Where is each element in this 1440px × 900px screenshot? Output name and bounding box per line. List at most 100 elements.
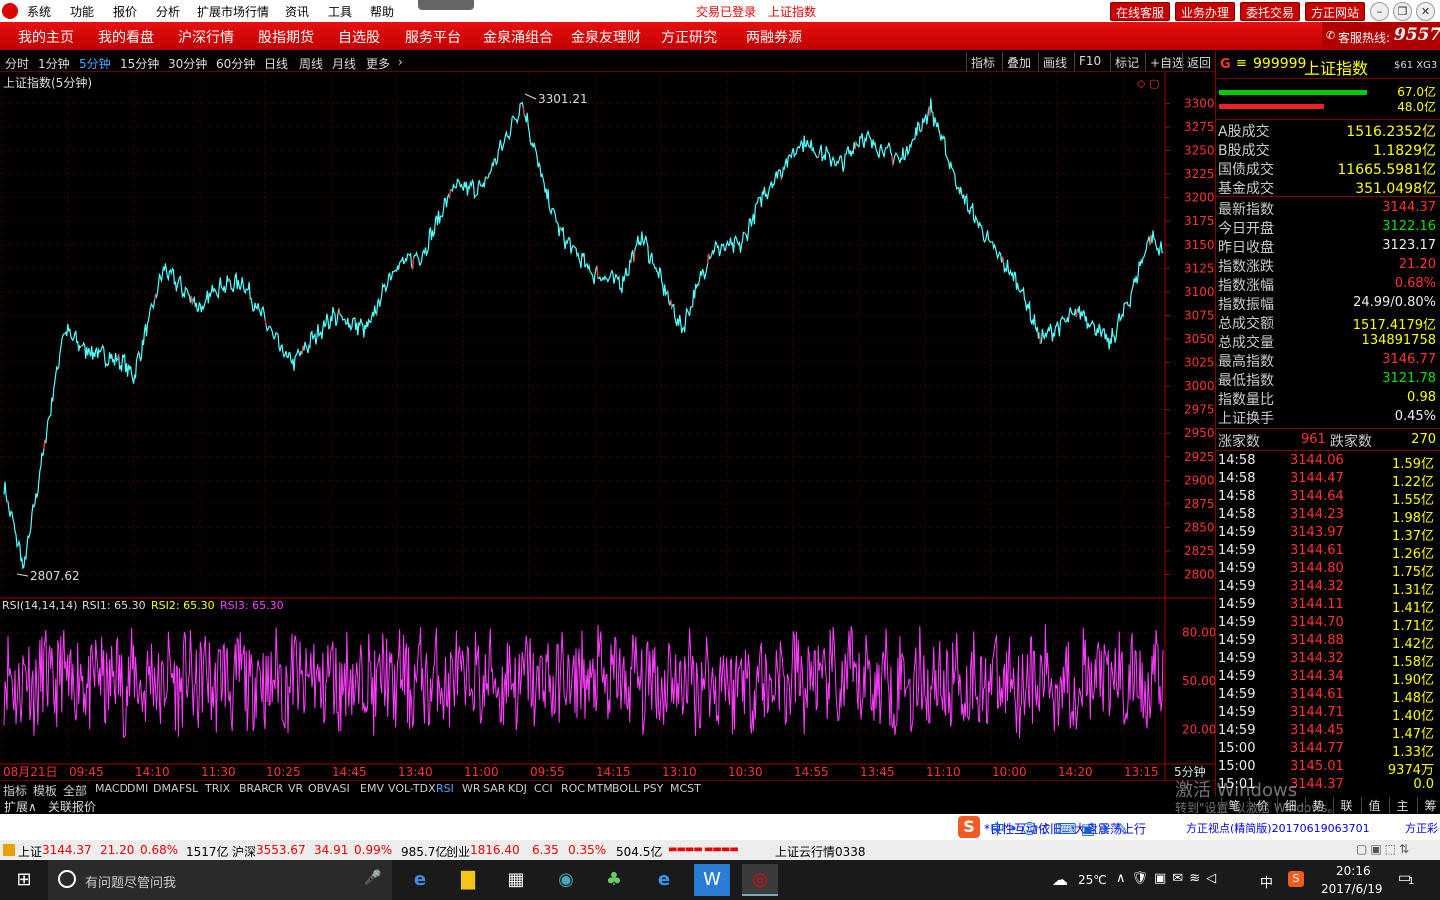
microphone-icon[interactable]: 🎤 [364, 870, 381, 886]
indicator-tab-trix[interactable]: TRIX [205, 782, 230, 795]
indicator-tab-macd[interactable]: MACD [95, 782, 128, 795]
indicator-tab-brar[interactable]: BRAR [239, 782, 269, 795]
nav-market[interactable]: 沪深行情 [178, 27, 234, 47]
news-headline-3[interactable]: 方正彩 [1405, 820, 1438, 836]
period-1min[interactable]: 1分钟 [38, 55, 70, 72]
nav-watchlist[interactable]: 自选股 [338, 27, 380, 47]
period-30min[interactable]: 30分钟 [168, 55, 207, 72]
back-button[interactable]: 返回 [1182, 52, 1215, 71]
network-app-icon[interactable]: ♣ [596, 864, 632, 896]
indicator-tab-voltdx[interactable]: VOL-TDX [388, 782, 436, 795]
menu-item-news[interactable]: 资讯 [285, 3, 309, 20]
f10-button[interactable]: F10 [1074, 52, 1105, 71]
wps-icon[interactable]: W [694, 864, 730, 896]
period-weekly[interactable]: 周线 [299, 55, 323, 72]
ie-icon[interactable]: e [646, 864, 682, 896]
clock-time[interactable]: 20:16 [1336, 864, 1371, 878]
indicator-tab-mtm[interactable]: MTM [587, 782, 613, 795]
panel-tab[interactable]: 值 [1361, 797, 1387, 814]
nav-home[interactable]: 我的主页 [18, 27, 74, 47]
weather-temp[interactable]: 25℃ [1078, 873, 1107, 887]
nav-portfolio[interactable]: 金泉涌组合 [483, 27, 553, 47]
indicator-tab-wr[interactable]: WR [462, 782, 481, 795]
related-quote-button[interactable]: 关联报价 [48, 798, 96, 815]
panel-g-icon[interactable]: G [1220, 57, 1231, 72]
panel-tab[interactable]: 联 [1333, 797, 1359, 814]
menu-item-function[interactable]: 功能 [70, 3, 94, 20]
panel-tab[interactable]: 势 [1305, 797, 1331, 814]
indicator-tab-asi[interactable]: ASI [332, 782, 350, 795]
clock-date[interactable]: 2017/6/19 [1321, 882, 1383, 896]
period-5min[interactable]: 5分钟 [79, 55, 111, 72]
indicator-tab-sar[interactable]: SAR [483, 782, 505, 795]
browser-icon[interactable]: ◉ [548, 864, 584, 896]
mark-button[interactable]: 标记 [1110, 52, 1143, 71]
indicator-tab-cr[interactable]: CR [268, 782, 283, 795]
minimize-icon[interactable]: – [1370, 2, 1389, 21]
cortana-search[interactable]: 有问题尽管问我 🎤 [48, 860, 392, 900]
indicator-tab-rsi[interactable]: RSI [436, 782, 454, 795]
nav-watch[interactable]: 我的看盘 [98, 27, 154, 47]
period-daily[interactable]: 日线 [264, 55, 288, 72]
menu-item-quote[interactable]: 报价 [113, 3, 137, 20]
website-button[interactable]: 方正网站 [1305, 2, 1366, 21]
panel-menu-icon[interactable]: ≡ [1236, 56, 1247, 71]
tray-icons[interactable]: ∧🛡▣✉≋◁ [1116, 871, 1222, 886]
indicator-tab-roc[interactable]: ROC [561, 782, 585, 795]
indicator-button[interactable]: 指标 [966, 52, 999, 71]
menu-item-system[interactable]: 系统 [27, 3, 51, 20]
nav-margin[interactable]: 两融券源 [746, 27, 802, 47]
ticker-widget[interactable] [418, 0, 474, 10]
period-60min[interactable]: 60分钟 [216, 55, 255, 72]
nav-futures[interactable]: 股指期货 [258, 27, 314, 47]
news-headline-2[interactable]: 方正视点(精简版)20170619063701 [1186, 820, 1370, 836]
indicator-tab-obv[interactable]: OBV [308, 782, 331, 795]
close-icon[interactable]: ✕ [1416, 2, 1435, 21]
indicator-tab-mcst[interactable]: MCST [670, 782, 701, 795]
ime-indicator[interactable]: 中 [1260, 872, 1273, 891]
menu-item-extended-market[interactable]: 扩展市场行情 [197, 3, 269, 20]
nav-research[interactable]: 方正研究 [661, 27, 717, 47]
nav-finance[interactable]: 金泉友理财 [571, 27, 641, 47]
panel-tab[interactable]: 价 [1249, 797, 1275, 814]
restore-icon[interactable]: ❐ [1393, 2, 1412, 21]
period-monthly[interactable]: 月线 [332, 55, 356, 72]
sogou-ime-icon[interactable]: S [958, 816, 980, 838]
indicator-tab-emv[interactable]: EMV [360, 782, 384, 795]
weather-icon[interactable]: ☁ [1052, 870, 1068, 889]
store-icon[interactable]: ▦ [498, 864, 534, 896]
draw-line-button[interactable]: 画线 [1038, 52, 1071, 71]
panel-tab[interactable]: 筹 [1417, 797, 1440, 814]
panel-tab[interactable]: 细 [1277, 797, 1303, 814]
edge-icon[interactable]: e [402, 864, 438, 896]
chevron-right-icon[interactable]: › [398, 55, 403, 69]
sogou-tray-icon[interactable]: S [1288, 871, 1304, 887]
period-more[interactable]: 更多 [366, 55, 390, 72]
indicator-tab-boll[interactable]: BOLL [612, 782, 640, 795]
indicator-tab-kdj[interactable]: KDJ [508, 782, 527, 795]
expand-button[interactable]: 扩展∧ [4, 798, 37, 815]
menu-item-tools[interactable]: 工具 [328, 3, 352, 20]
nav-service[interactable]: 服务平台 [405, 27, 461, 47]
ime-toolbar-icons[interactable]: 中•☺♪⌨▣✈✎ [990, 818, 1132, 839]
indicator-tab-cci[interactable]: CCI [534, 782, 553, 795]
menu-item-analysis[interactable]: 分析 [156, 3, 180, 20]
kline-chart[interactable]: 3300 3275 3250 3225 3200 3175 3150 3125 3100 3075… [0, 72, 1216, 780]
windows-start-icon[interactable]: ⊞ [6, 864, 42, 896]
founder-app-icon[interactable]: ◎ [742, 864, 778, 896]
panel-tab[interactable]: 主 [1389, 797, 1415, 814]
period-15min[interactable]: 15分钟 [120, 55, 159, 72]
indicator-tab-dma[interactable]: DMA [153, 782, 179, 795]
online-service-button[interactable]: 在线客服 [1110, 2, 1171, 21]
trade-button[interactable]: 委托交易 [1240, 2, 1301, 21]
panel-tab[interactable]: 笔 [1221, 797, 1247, 814]
indicator-tab-psy[interactable]: PSY [643, 782, 663, 795]
indicator-tab-fsl[interactable]: FSL [179, 782, 198, 795]
file-explorer-icon[interactable]: ▇ [450, 864, 486, 896]
indicator-tab-vr[interactable]: VR [288, 782, 303, 795]
business-button[interactable]: 业务办理 [1175, 2, 1236, 21]
indicator-tab-dmi[interactable]: DMI [127, 782, 148, 795]
chart-area[interactable]: 3300 3275 3250 3225 3200 3175 3150 3125 3100 3075… [0, 72, 1216, 796]
overlay-button[interactable]: 叠加 [1002, 52, 1035, 71]
menu-item-help[interactable]: 帮助 [370, 3, 394, 20]
